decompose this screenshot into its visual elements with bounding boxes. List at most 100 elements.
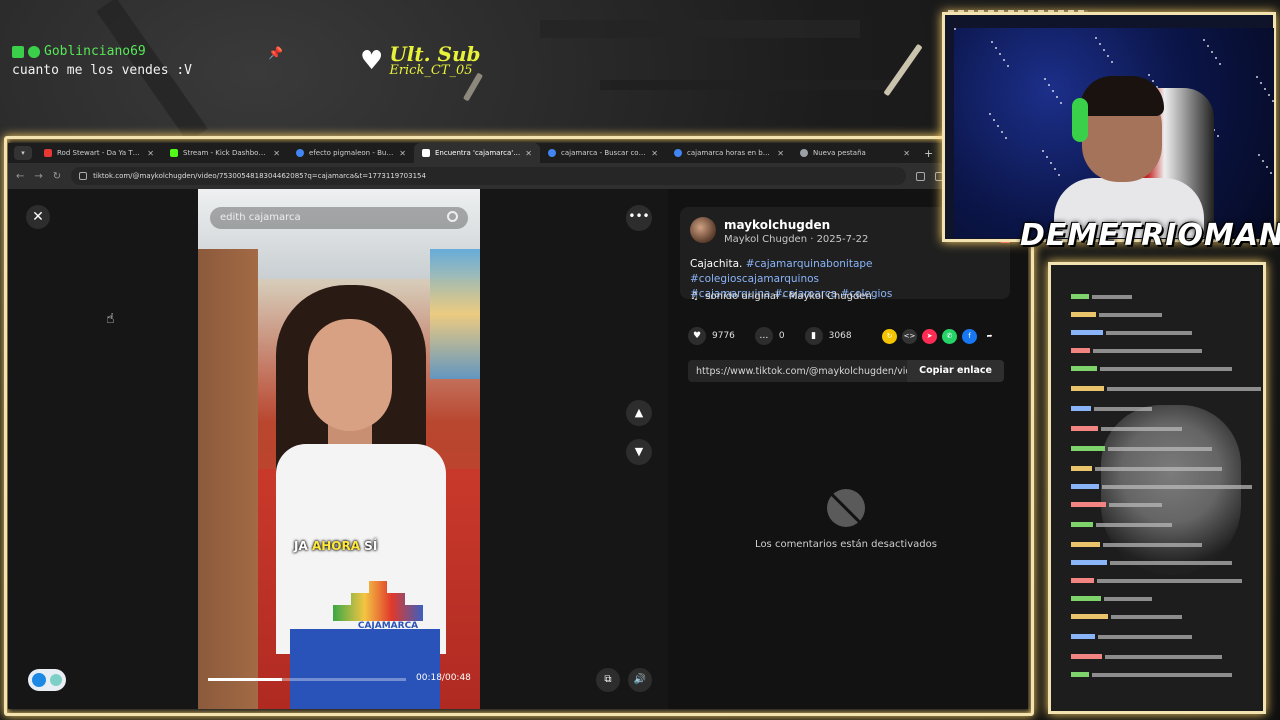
browser-tab[interactable]: cajamarca - Buscar con Google ✕: [540, 143, 666, 163]
google-favicon-icon: [548, 149, 556, 157]
post-username[interactable]: maykolchugden: [724, 218, 830, 232]
side-chat-text: [1100, 366, 1232, 371]
background-beam: [600, 80, 900, 90]
browser-tab[interactable]: Rod Stewart - Da Ya Think I ✕: [36, 143, 162, 163]
share-arrow-icon[interactable]: ➦: [982, 329, 997, 344]
repost-icon[interactable]: ↻: [882, 329, 897, 344]
side-chat-user: [1071, 672, 1089, 677]
close-tab-icon[interactable]: ✕: [525, 149, 532, 158]
tab-search-button[interactable]: ▾: [14, 146, 32, 160]
backdrop-star: [1042, 150, 1044, 152]
send-icon[interactable]: ➤: [922, 329, 937, 344]
side-chat-user: [1071, 426, 1098, 431]
more-options-icon[interactable]: •••: [626, 205, 652, 231]
autoscroll-toggle[interactable]: [28, 669, 66, 691]
backdrop-star: [1095, 37, 1097, 39]
post-music[interactable]: ♫ sonido original - Maykol Chugden: [690, 291, 872, 302]
video-progress-bar[interactable]: [208, 678, 406, 681]
close-tab-icon[interactable]: ✕: [399, 149, 406, 158]
side-chat-text: [1107, 386, 1261, 391]
side-chat-line: [1071, 385, 1261, 392]
side-chat-line: [1071, 613, 1261, 620]
close-icon[interactable]: ✕: [26, 205, 50, 229]
backdrop-star: [1111, 61, 1113, 63]
backdrop-star: [954, 28, 956, 30]
gift-badge-icon: [12, 45, 24, 58]
backdrop-star: [1054, 168, 1056, 170]
save-action[interactable]: ▮ 3068: [804, 327, 852, 345]
video-subject-shorts: [290, 629, 440, 709]
site-info-icon[interactable]: [79, 172, 88, 180]
side-chat-user: [1071, 614, 1108, 619]
comment-icon[interactable]: …: [754, 327, 773, 345]
tab-label: Encuentra 'cajamarca' en Ti: [435, 149, 520, 157]
backdrop-star: [1107, 55, 1109, 57]
copy-link-button[interactable]: Copiar enlace: [907, 360, 1004, 382]
post-meta: Maykol Chugden · 2025-7-22: [724, 234, 869, 245]
video-bg-banner: [430, 249, 480, 379]
side-chat-text: [1094, 406, 1152, 411]
close-tab-icon[interactable]: ✕: [903, 149, 910, 158]
side-chat-user: [1071, 578, 1094, 583]
headset: [1072, 98, 1088, 142]
music-note-icon: ♫: [690, 291, 699, 302]
video-search-field[interactable]: edith cajamarca: [210, 207, 468, 229]
backdrop-star: [1060, 102, 1062, 104]
backdrop-star: [1052, 90, 1054, 92]
video-player-area: ✕ ☝ CAJAMARCA edith cajamarca JA AHORA S: [8, 189, 668, 709]
backdrop-star: [1211, 51, 1213, 53]
backdrop-star: [1099, 43, 1101, 45]
post-actions: ♥ 9776 … 0 ▮ 3068: [688, 327, 866, 345]
side-chat-text: [1109, 502, 1162, 507]
backdrop-star: [1219, 63, 1221, 65]
forward-icon[interactable]: →: [34, 171, 42, 182]
side-chat-line: [1071, 293, 1261, 300]
close-tab-icon[interactable]: ✕: [273, 149, 280, 158]
tab-label: Nueva pestaña: [813, 149, 866, 157]
browser-tab[interactable]: Nueva pestaña ✕: [792, 143, 918, 163]
whatsapp-icon[interactable]: ✆: [942, 329, 957, 344]
search-icon[interactable]: [447, 211, 458, 222]
browser-tab-active[interactable]: Encuentra 'cajamarca' en Ti ✕: [414, 143, 540, 163]
next-video-icon[interactable]: ▼: [626, 439, 652, 465]
streamer-name: DEMETRIOMAN...: [1020, 218, 1280, 253]
back-icon[interactable]: ←: [16, 171, 24, 182]
share-link-text[interactable]: https://www.tiktok.com/@maykolchugden/vi…: [688, 366, 907, 377]
backdrop-star: [1048, 84, 1050, 86]
backdrop-star: [1203, 39, 1205, 41]
reload-icon[interactable]: ↻: [53, 171, 61, 182]
comment-action[interactable]: … 0: [754, 327, 785, 345]
side-chat-line: [1071, 329, 1261, 336]
browser-tab[interactable]: cajamarca horas en bus - Busc ✕: [666, 143, 792, 163]
new-tab-button[interactable]: +: [924, 147, 933, 160]
translate-icon[interactable]: [916, 171, 926, 181]
share-link-box: https://www.tiktok.com/@maykolchugden/vi…: [688, 360, 1004, 382]
video-subject-face: [308, 319, 392, 431]
avatar[interactable]: [690, 217, 716, 243]
side-chat-line: [1071, 633, 1261, 640]
close-tab-icon[interactable]: ✕: [777, 149, 784, 158]
volume-icon[interactable]: 🔊: [628, 668, 652, 692]
browser-tab[interactable]: Stream - Kick Dashboard ✕: [162, 143, 288, 163]
bookmark-icon[interactable]: ▮: [804, 327, 823, 345]
chrome-favicon-icon: [800, 149, 808, 157]
like-action[interactable]: ♥ 9776: [688, 327, 735, 345]
stream-scene: Goblinciano69 cuanto me los vendes :V 📌 …: [0, 0, 1280, 720]
previous-video-icon[interactable]: ▲: [626, 400, 652, 426]
address-bar[interactable]: tiktok.com/@maykolchugden/video/75300548…: [71, 167, 907, 185]
video-frame[interactable]: CAJAMARCA edith cajamarca JA AHORA SÍ 00…: [198, 189, 480, 709]
close-tab-icon[interactable]: ✕: [147, 149, 154, 158]
side-chat-line: [1071, 365, 1261, 372]
heart-icon[interactable]: ♥: [688, 327, 706, 345]
caption-pre: JA: [294, 539, 312, 553]
facebook-icon[interactable]: f: [962, 329, 977, 344]
embed-icon[interactable]: <>: [902, 329, 917, 344]
close-tab-icon[interactable]: ✕: [651, 149, 658, 158]
video-time: 00:18/00:48: [416, 673, 471, 683]
side-chat-text: [1103, 542, 1202, 547]
side-chat-panel: [1048, 262, 1266, 714]
google-favicon-icon: [674, 149, 682, 157]
side-chat-line: [1071, 541, 1261, 548]
browser-tab[interactable]: efecto pigmaleon - Buscar con ✕: [288, 143, 414, 163]
floating-player-icon[interactable]: ⧉: [596, 668, 620, 692]
